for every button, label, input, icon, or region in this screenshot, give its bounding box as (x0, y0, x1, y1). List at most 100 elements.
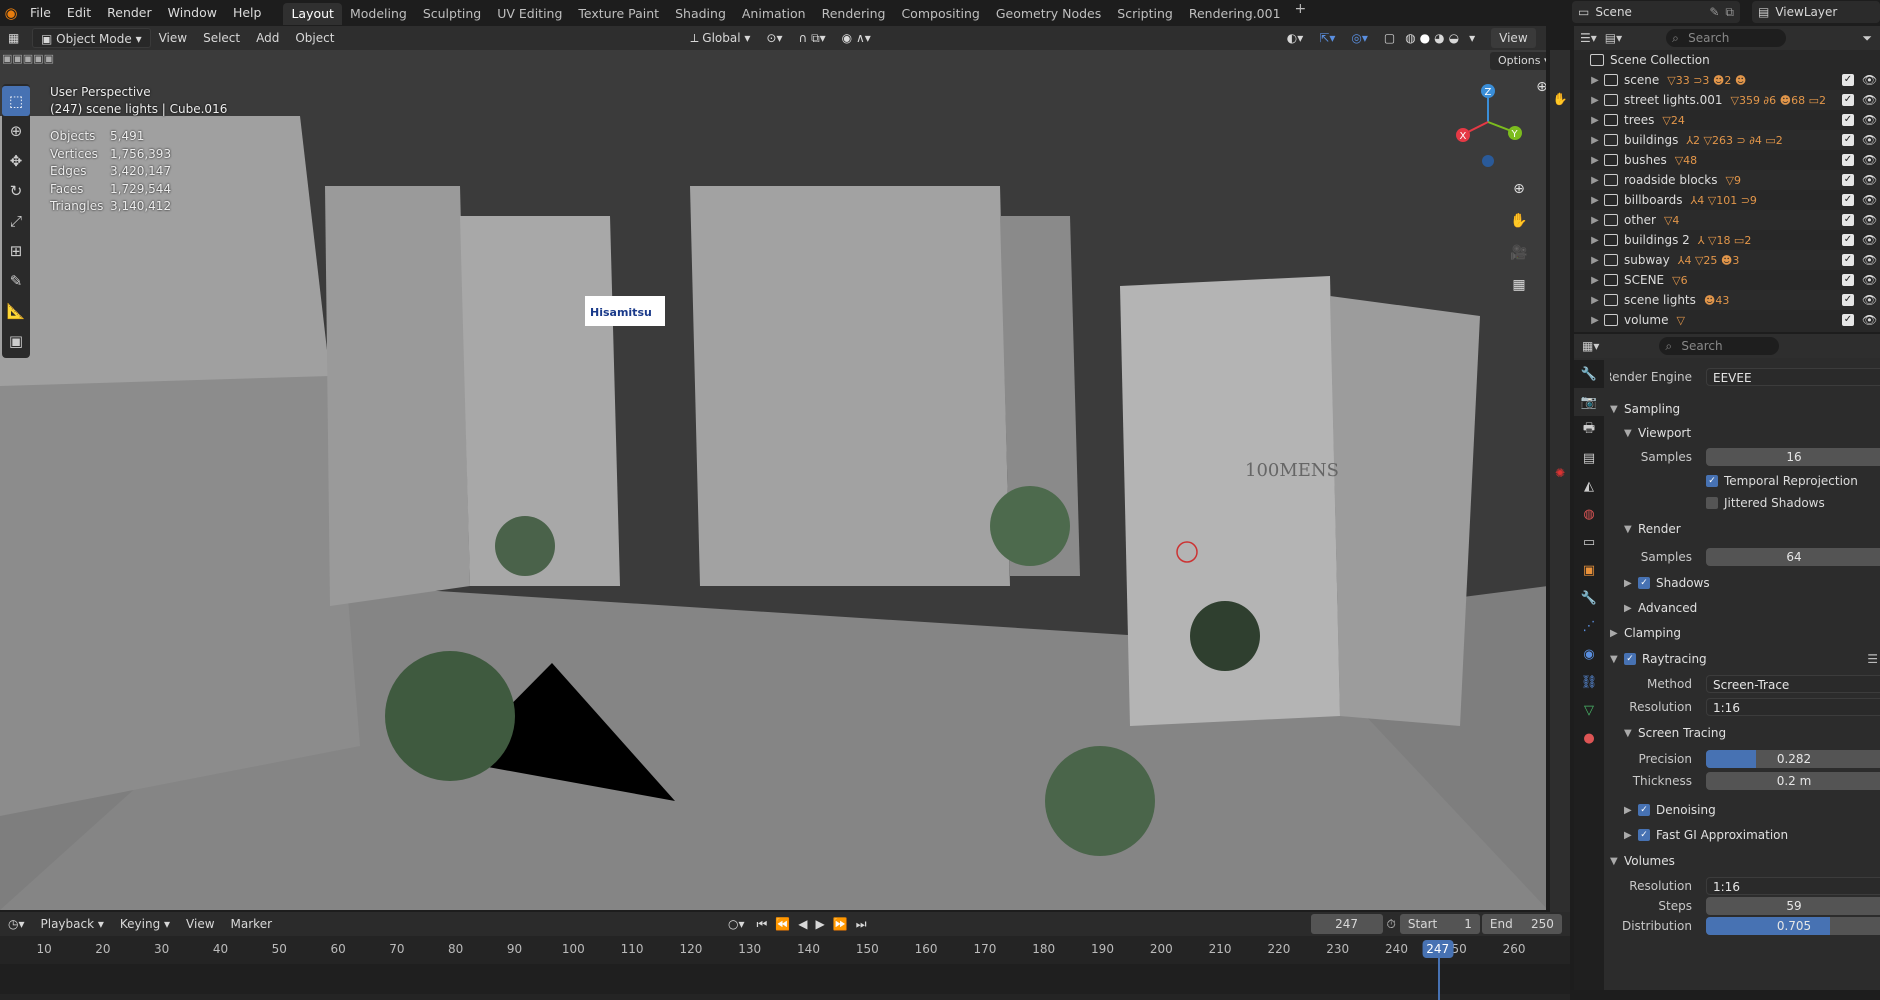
keying-menu[interactable]: Keying ▾ (112, 914, 178, 934)
eye-icon[interactable]: 👁 (1862, 73, 1877, 87)
eye-icon[interactable]: 👁 (1862, 273, 1877, 287)
scale-tool-icon[interactable]: ⤢ (2, 206, 30, 236)
end-frame-field[interactable]: End 250 (1481, 914, 1562, 934)
menu-edit[interactable]: Edit (59, 0, 99, 26)
outliner-row[interactable]: ▶ roadside blocks ▽9 ✓ 👁 (1574, 170, 1880, 190)
eye-icon[interactable]: 👁 (1862, 173, 1877, 187)
play-reverse-icon[interactable]: ◀ (794, 914, 811, 934)
stopwatch-icon[interactable]: ⏱ (1383, 914, 1400, 934)
exclude-checkbox[interactable]: ✓ (1842, 274, 1854, 286)
blender-logo-icon[interactable]: ◉ (0, 2, 22, 24)
outliner-row[interactable]: ▶ buildings ⅄2 ▽263 ⊃ ∂4 ▭2 ✓ 👁 (1574, 130, 1880, 150)
display-mode-icon[interactable]: ▤▾ (1605, 31, 1622, 45)
view-side-label[interactable]: View (1491, 28, 1536, 48)
overlay-toggle-icon[interactable]: ◎▾ (1343, 28, 1376, 48)
selection-mode-icons[interactable]: ▣▣▣▣▣ (2, 52, 54, 65)
data-tab-icon[interactable]: ▽ (1574, 696, 1604, 724)
view-layer-selector[interactable]: ▤ ViewLayer (1752, 1, 1880, 23)
exclude-checkbox[interactable]: ✓ (1842, 174, 1854, 186)
expand-right-icon[interactable]: ▶ (1588, 175, 1602, 186)
outliner-row[interactable]: ▶ other ▽4 ✓ 👁 (1574, 210, 1880, 230)
navigation-gizmo[interactable]: Z Y X (1448, 82, 1528, 172)
checkbox-checked-icon[interactable]: ✓ (1638, 577, 1650, 589)
menu-add[interactable]: Add (248, 28, 287, 48)
add-workspace-button[interactable]: + (1289, 1, 1313, 25)
render-subpanel-header[interactable]: ▼ Render (1610, 514, 1880, 544)
shading-options-icon[interactable]: ▾ (1461, 28, 1483, 48)
world-tab-icon[interactable]: ◍ (1574, 500, 1604, 528)
modifier-tab-icon[interactable]: 🔧 (1574, 584, 1604, 612)
zoom-icon[interactable]: ⊕ (1506, 176, 1532, 202)
camera-view-icon[interactable]: 🎥 (1506, 240, 1532, 266)
tab-shading[interactable]: Shading (667, 3, 734, 25)
gizmo-toggle-icon[interactable]: ⇱▾ (1311, 28, 1343, 48)
proportional-edit-icon[interactable]: ◉ ∧▾ (834, 28, 879, 48)
outliner-row[interactable]: ▶ scene lights ☻43 ✓ 👁 (1574, 290, 1880, 310)
ortho-toggle-icon[interactable]: ▦ (1506, 272, 1532, 298)
jittered-shadows-checkbox[interactable]: Jittered Shadows (1706, 496, 1825, 510)
eye-icon[interactable]: 👁 (1862, 193, 1877, 207)
checkbox-checked-icon[interactable]: ✓ (1638, 829, 1650, 841)
select-box-tool-icon[interactable]: ⬚ (2, 86, 30, 116)
shading-solid-icon[interactable]: ● (1418, 28, 1432, 48)
outliner-row[interactable]: ▶ billboards ⅄4 ▽101 ⊃9 ✓ 👁 (1574, 190, 1880, 210)
method-dropdown[interactable]: Screen-Trace (1706, 675, 1880, 693)
menu-help[interactable]: Help (225, 0, 270, 26)
distribution-slider[interactable]: 0.705 (1706, 917, 1880, 935)
timeline-view-menu[interactable]: View (178, 914, 222, 934)
exclude-checkbox[interactable]: ✓ (1842, 294, 1854, 306)
menu-view[interactable]: View (151, 28, 195, 48)
raytracing-panel-header[interactable]: ▼ ✓ Raytracing ☰ (1610, 646, 1880, 672)
exclude-checkbox[interactable]: ✓ (1842, 254, 1854, 266)
eye-icon[interactable]: 👁 (1862, 153, 1877, 167)
expand-right-icon[interactable]: ▶ (1588, 135, 1602, 146)
eye-icon[interactable]: 👁 (1862, 313, 1877, 327)
expand-right-icon[interactable]: ▶ (1588, 75, 1602, 86)
material-tab-icon[interactable]: ● (1574, 724, 1604, 752)
tab-geometry-nodes[interactable]: Geometry Nodes (988, 3, 1109, 25)
thickness-field[interactable]: 0.2 m (1706, 772, 1880, 790)
temporal-reprojection-checkbox[interactable]: ✓ Temporal Reprojection (1706, 474, 1858, 488)
eye-icon[interactable]: 👁 (1862, 113, 1877, 127)
clamping-panel-header[interactable]: ▶ Clamping (1610, 620, 1880, 646)
rotate-tool-icon[interactable]: ↻ (2, 176, 30, 206)
outliner-search-input[interactable]: ⌕ Search (1666, 29, 1787, 47)
outliner-row[interactable]: ▶ buildings 2 ⅄ ▽18 ▭2 ✓ 👁 (1574, 230, 1880, 250)
collection-tab-icon[interactable]: ▭ (1574, 528, 1604, 556)
shading-rendered-icon[interactable]: ◒ (1447, 28, 1461, 48)
tab-modeling[interactable]: Modeling (342, 3, 415, 25)
tab-animation[interactable]: Animation (734, 3, 814, 25)
checkbox-checked-icon[interactable]: ✓ (1624, 653, 1636, 665)
exclude-checkbox[interactable]: ✓ (1842, 114, 1854, 126)
tab-scripting[interactable]: Scripting (1109, 3, 1181, 25)
advanced-subpanel-header[interactable]: ▶ Advanced (1610, 596, 1880, 620)
neg-z-axis-icon[interactable] (1482, 155, 1494, 167)
eye-icon[interactable]: 👁 (1862, 253, 1877, 267)
outliner-row[interactable]: ▶ bushes ▽48 ✓ 👁 (1574, 150, 1880, 170)
properties-search-input[interactable]: ⌕ Search (1659, 337, 1780, 355)
editor-type-icon[interactable]: ▦ (0, 28, 32, 48)
play-icon[interactable]: ▶ (812, 914, 829, 934)
steps-field[interactable]: 59 (1706, 897, 1880, 915)
add-cube-tool-icon[interactable]: ▣ (2, 326, 30, 356)
tab-uv-editing[interactable]: UV Editing (489, 3, 570, 25)
object-tab-icon[interactable]: ▣ (1574, 556, 1604, 584)
outliner-row[interactable]: ▶ trees ▽24 ✓ 👁 (1574, 110, 1880, 130)
jump-start-icon[interactable]: ⏮ (753, 914, 772, 934)
output-tab-icon[interactable]: 🖶 (1574, 416, 1604, 444)
viewport-samples-field[interactable]: 16 (1706, 448, 1880, 466)
scene-collection-row[interactable]: Scene Collection (1574, 50, 1880, 70)
exclude-checkbox[interactable]: ✓ (1842, 74, 1854, 86)
orientation-dropdown[interactable]: ⟂ Global ▾ (682, 28, 758, 48)
tool-tab-icon[interactable]: 🔧 (1574, 360, 1604, 388)
jump-keyframe-back-icon[interactable]: ⏪ (771, 914, 794, 934)
outliner-row[interactable]: ▶ scene ▽33 ⊃3 ☻2 ☻ ✓ 👁 (1574, 70, 1880, 90)
outliner-row[interactable]: ▶ street lights.001 ▽359 ∂6 ☻68 ▭2 ✓ 👁 (1574, 90, 1880, 110)
outliner-type-icon[interactable]: ☰▾ (1580, 31, 1597, 45)
fast-gi-subpanel-header[interactable]: ▶ ✓ Fast GI Approximation (1610, 824, 1880, 846)
visibility-icon[interactable]: ◐▾ (1279, 28, 1312, 48)
eye-icon[interactable]: 👁 (1862, 293, 1877, 307)
viewport-subpanel-header[interactable]: ▼ Viewport (1610, 422, 1880, 444)
render-engine-dropdown[interactable]: EEVEE (1706, 368, 1880, 386)
menu-window[interactable]: Window (160, 0, 225, 26)
